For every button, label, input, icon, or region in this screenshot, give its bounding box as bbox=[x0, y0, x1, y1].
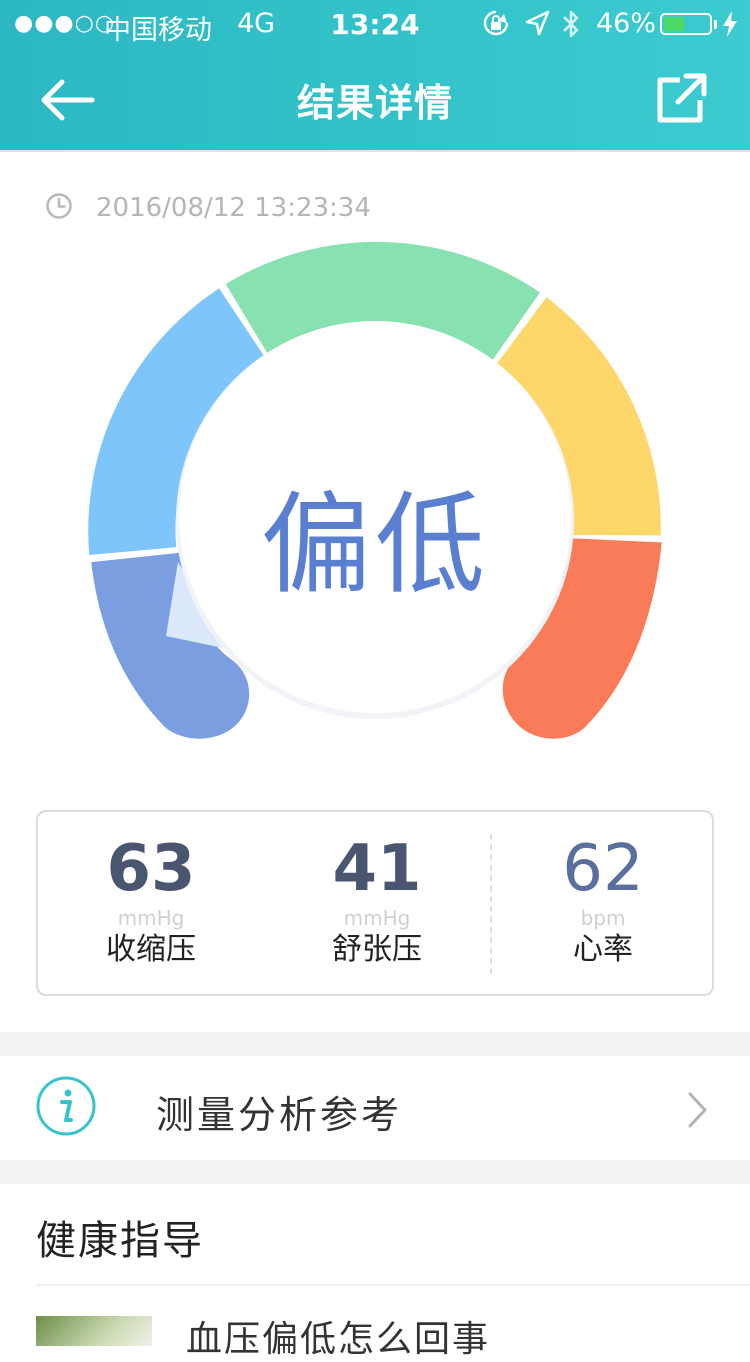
rotation-lock-icon bbox=[482, 9, 510, 44]
bluetooth-icon bbox=[560, 9, 582, 46]
page-title: 结果详情 bbox=[296, 81, 453, 125]
battery-level bbox=[664, 17, 684, 31]
systolic-stat: 63 mmHg 收缩压 bbox=[38, 812, 264, 998]
status-bar: ●●●○○ 中国移动 4G 13:24 46% bbox=[0, 0, 750, 50]
diastolic-unit: mmHg bbox=[343, 906, 411, 930]
diastolic-label: 舒张压 bbox=[332, 932, 422, 967]
guide-divider bbox=[36, 1284, 750, 1286]
diastolic-value: 41 bbox=[332, 832, 422, 906]
timestamp-text: 2016/08/12 13:23:34 bbox=[96, 193, 371, 223]
charging-bolt-icon bbox=[721, 9, 739, 46]
blood-pressure-gauge: 偏低 bbox=[0, 230, 750, 760]
analysis-label: 测量分析参考 bbox=[156, 1093, 403, 1137]
info-icon bbox=[36, 1076, 96, 1136]
share-icon[interactable] bbox=[650, 70, 714, 130]
health-guide-title: 健康指导 bbox=[36, 1218, 204, 1264]
clock-icon bbox=[44, 191, 74, 225]
heart-rate-unit: bpm bbox=[580, 906, 626, 930]
chevron-right-icon bbox=[684, 1090, 710, 1130]
stats-card: 63 mmHg 收缩压 41 mmHg 舒张压 62 bpm 心率 bbox=[36, 810, 714, 996]
analysis-reference-row[interactable]: 测量分析参考 bbox=[0, 1056, 750, 1160]
article-thumbnail[interactable] bbox=[36, 1316, 152, 1346]
app-header: ●●●○○ 中国移动 4G 13:24 46% 结果详情 bbox=[0, 0, 750, 152]
measurement-time: 2016/08/12 13:23:34 bbox=[44, 190, 371, 226]
location-arrow-icon bbox=[524, 9, 550, 44]
systolic-unit: mmHg bbox=[117, 906, 185, 930]
heart-rate-value: 62 bbox=[562, 832, 644, 906]
heart-rate-stat: 62 bpm 心率 bbox=[490, 812, 716, 998]
article-title[interactable]: 血压偏低怎么回事 bbox=[186, 1310, 490, 1362]
diastolic-stat: 41 mmHg 舒张压 bbox=[264, 812, 490, 998]
result-label: 偏低 bbox=[261, 481, 489, 609]
systolic-label: 收缩压 bbox=[106, 932, 196, 967]
heart-rate-label: 心率 bbox=[573, 932, 633, 967]
battery-percent: 46% bbox=[596, 8, 657, 39]
header-divider bbox=[0, 150, 750, 152]
section-separator bbox=[0, 1032, 750, 1056]
section-separator bbox=[0, 1160, 750, 1184]
battery-tip bbox=[714, 20, 717, 29]
battery-icon bbox=[660, 13, 712, 35]
systolic-value: 63 bbox=[106, 832, 196, 906]
